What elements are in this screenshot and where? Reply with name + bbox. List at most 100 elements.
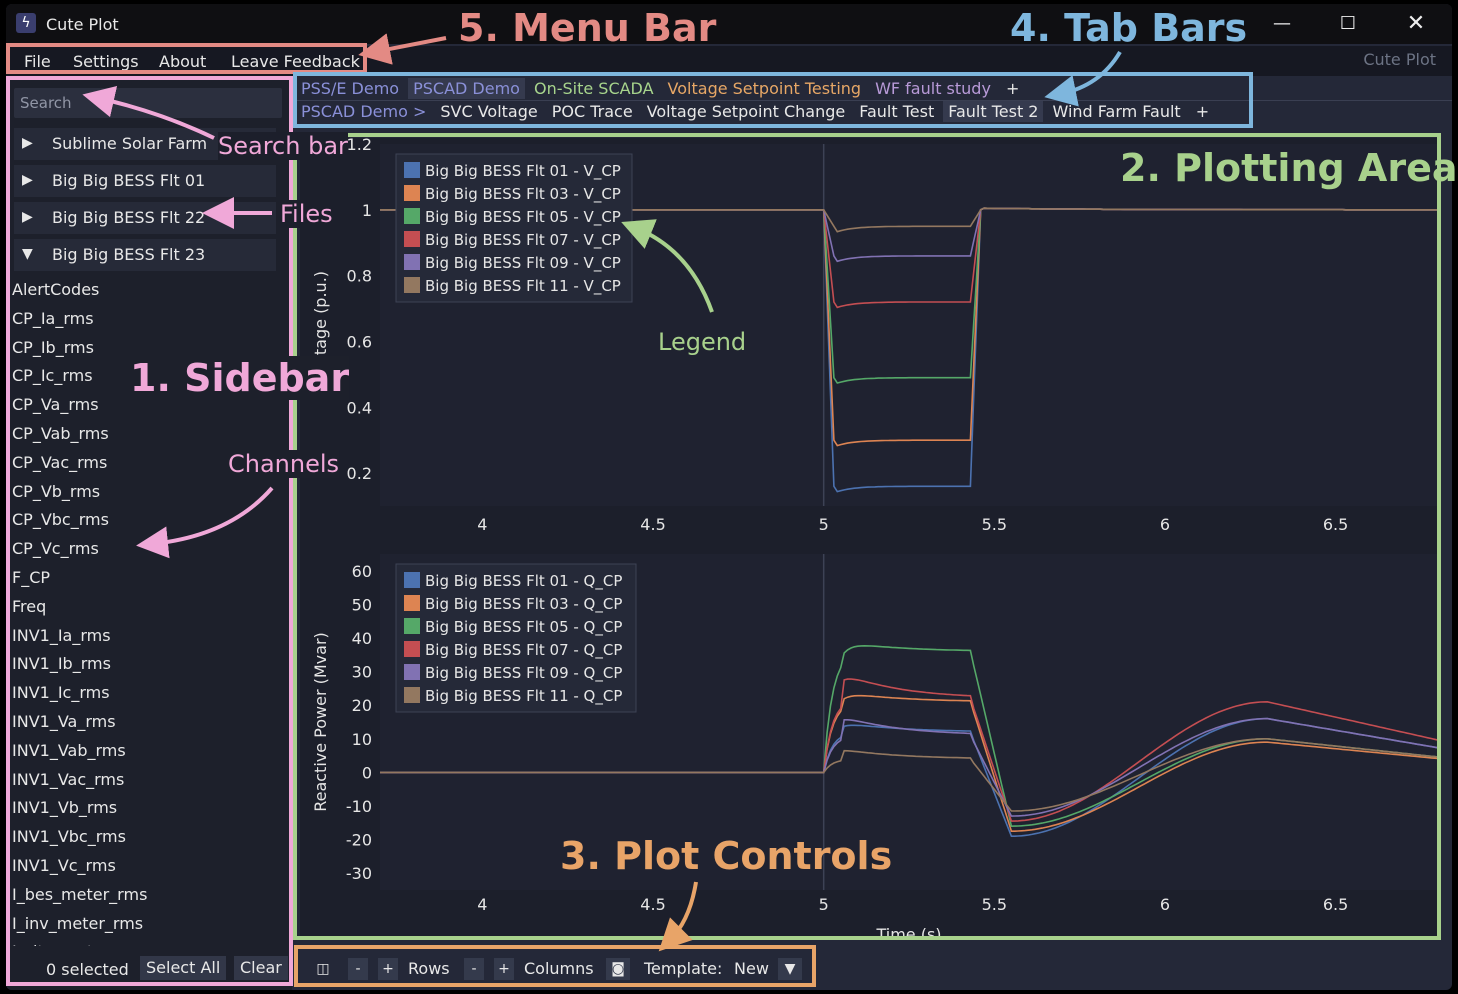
search-input[interactable]: Search xyxy=(14,88,282,118)
file-name: Big Big BESS Flt 01 xyxy=(52,171,206,190)
template-label: Template: xyxy=(644,959,723,978)
file-row[interactable]: ▶ Big Big BESS Flt 01 xyxy=(14,165,276,197)
rows-label: Rows xyxy=(408,959,450,978)
add-tab-button[interactable]: + xyxy=(1000,78,1025,99)
tab[interactable]: Fault Test 2 xyxy=(943,101,1044,122)
menu-bar-annotation: 5. Menu Bar xyxy=(458,6,717,50)
channel-item[interactable]: I_bes_meter_rms xyxy=(12,881,284,910)
y-tick-label: 0.2 xyxy=(347,464,372,483)
plotting-area-annotation: 2. Plotting Area xyxy=(1120,146,1458,190)
rows-minus-button[interactable]: - xyxy=(348,958,368,980)
add-tab-button[interactable]: + xyxy=(1190,101,1215,122)
channel-item[interactable]: INV1_Ib_rms xyxy=(12,650,284,679)
sidebar: Search ▶ Sublime Solar Farm ▶ Big Big BE… xyxy=(6,80,292,990)
channel-item[interactable]: INV1_Ia_rms xyxy=(12,622,284,651)
y-tick-label: 0.4 xyxy=(347,398,372,417)
x-tick-label: 4 xyxy=(477,515,487,534)
menu-file[interactable]: File xyxy=(24,52,51,71)
tab[interactable]: SVC Voltage xyxy=(435,101,542,122)
menu-bar: File Settings About Leave Feedback xyxy=(6,46,1452,76)
channel-item[interactable]: INV1_Vb_rms xyxy=(12,794,284,823)
legend-swatch xyxy=(404,185,420,201)
channel-item[interactable]: CP_Ia_rms xyxy=(12,305,284,334)
x-tick-label: 6.5 xyxy=(1323,515,1348,534)
x-tick-label: 4.5 xyxy=(640,515,665,534)
expand-arrow-icon: ▶ xyxy=(22,135,33,151)
menu-leave-feedback[interactable]: Leave Feedback xyxy=(231,52,360,71)
legend-swatch xyxy=(404,572,420,588)
x-tick-label: 5 xyxy=(819,895,829,914)
plotting-area[interactable]: 0.2 0.4 0.6 0.8 1 1.2 4 4.5 5 5.5 6 6.5 Voltage (p.u… xyxy=(300,135,1439,944)
tab[interactable]: WF fault study xyxy=(870,78,996,99)
columns-minus-button[interactable]: - xyxy=(464,958,484,980)
y-tick-label: -30 xyxy=(346,864,372,883)
y-tick-label: 0 xyxy=(362,763,372,782)
tab[interactable]: Voltage Setpoint Testing xyxy=(663,78,867,99)
x-axis-label: Time (s) xyxy=(875,925,941,940)
tab[interactable]: PSS/E Demo xyxy=(296,78,404,99)
y-tick-label: -10 xyxy=(346,797,372,816)
sidebar-annotation: 1. Sidebar xyxy=(130,356,350,400)
y-tick-label: -20 xyxy=(346,831,372,850)
window-title: Cute Plot xyxy=(46,15,119,34)
file-row[interactable]: ▶ Big Big BESS Flt 22 xyxy=(14,202,276,234)
legend-swatch xyxy=(404,254,420,270)
plots-svg[interactable]: 0.20.40.60.811.24 4.5 5 5.5 6 6.5Voltage (p.u… xyxy=(300,135,1439,944)
x-tick-label: 5.5 xyxy=(982,515,1007,534)
select-all-button[interactable]: Select All xyxy=(140,956,227,980)
channel-item[interactable]: I_site_meter_rms xyxy=(12,938,284,946)
menu-about[interactable]: About xyxy=(159,52,206,71)
channel-item[interactable]: INV1_Vab_rms xyxy=(12,737,284,766)
channel-item[interactable]: CP_Vc_rms xyxy=(12,535,284,564)
y-tick-label: 40 xyxy=(352,629,372,648)
legend-entry: Big Big BESS Flt 01 - V_CP xyxy=(425,162,621,181)
channel-item[interactable]: I_inv_meter_rms xyxy=(12,910,284,939)
clear-button[interactable]: Clear xyxy=(234,956,288,980)
legend-entry: Big Big BESS Flt 03 - V_CP xyxy=(425,185,621,204)
rows-plus-button[interactable]: + xyxy=(378,958,398,980)
channel-item[interactable]: INV1_Ic_rms xyxy=(12,679,284,708)
channel-item[interactable]: INV1_Va_rms xyxy=(12,708,284,737)
legend-entry: Big Big BESS Flt 07 - V_CP xyxy=(425,231,621,250)
channel-item[interactable]: CP_Vab_rms xyxy=(12,420,284,449)
tab[interactable]: Fault Test xyxy=(854,101,939,122)
channel-item[interactable]: CP_Vbc_rms xyxy=(12,506,284,535)
tab[interactable]: On-Site SCADA xyxy=(529,78,659,99)
columns-label: Columns xyxy=(524,959,594,978)
legend-entry: Big Big BESS Flt 03 - Q_CP xyxy=(425,595,622,614)
channel-item[interactable]: F_CP xyxy=(12,564,284,593)
tab[interactable]: PSCAD Demo xyxy=(408,78,525,99)
camera-icon[interactable]: ◙ xyxy=(606,958,630,980)
app-brand: Cute Plot xyxy=(1363,50,1436,69)
legend-entry: Big Big BESS Flt 09 - V_CP xyxy=(425,254,621,273)
channel-item[interactable]: CP_Vb_rms xyxy=(12,478,284,507)
legend-swatch xyxy=(404,208,420,224)
x-tick-label: 5 xyxy=(819,515,829,534)
close-icon[interactable]: ✕ xyxy=(1396,10,1436,38)
minimize-icon[interactable]: — xyxy=(1262,10,1302,38)
maximize-icon[interactable]: ☐ xyxy=(1328,10,1368,38)
columns-plus-button[interactable]: + xyxy=(494,958,514,980)
x-tick-label: 6 xyxy=(1160,895,1170,914)
channel-item[interactable]: Freq xyxy=(12,593,284,622)
menu-settings[interactable]: Settings xyxy=(73,52,139,71)
app-logo-icon: ϟ xyxy=(16,13,36,33)
y-tick-label: 50 xyxy=(352,595,372,614)
channel-item[interactable]: INV1_Vbc_rms xyxy=(12,823,284,852)
tab[interactable]: Wind Farm Fault xyxy=(1047,101,1185,122)
file-row[interactable]: ▼ Big Big BESS Flt 23 xyxy=(14,239,276,271)
tab[interactable]: POC Trace xyxy=(547,101,638,122)
legend-entry: Big Big BESS Flt 11 - V_CP xyxy=(425,277,621,296)
tab[interactable]: PSCAD Demo > xyxy=(296,101,431,122)
channel-item[interactable]: INV1_Vc_rms xyxy=(12,852,284,881)
template-dropdown-icon[interactable]: ▼ xyxy=(778,958,802,980)
sidebar-toggle-icon[interactable]: ◫ xyxy=(310,958,336,980)
channel-item[interactable]: AlertCodes xyxy=(12,276,284,305)
channels-annotation: Channels xyxy=(228,450,340,478)
legend-swatch xyxy=(404,595,420,611)
y-tick-label: 1.2 xyxy=(347,138,372,154)
tab[interactable]: Voltage Setpoint Change xyxy=(642,101,851,122)
channel-item[interactable]: INV1_Vac_rms xyxy=(12,766,284,795)
template-value[interactable]: New xyxy=(734,959,769,978)
y-tick-label: 10 xyxy=(352,730,372,749)
